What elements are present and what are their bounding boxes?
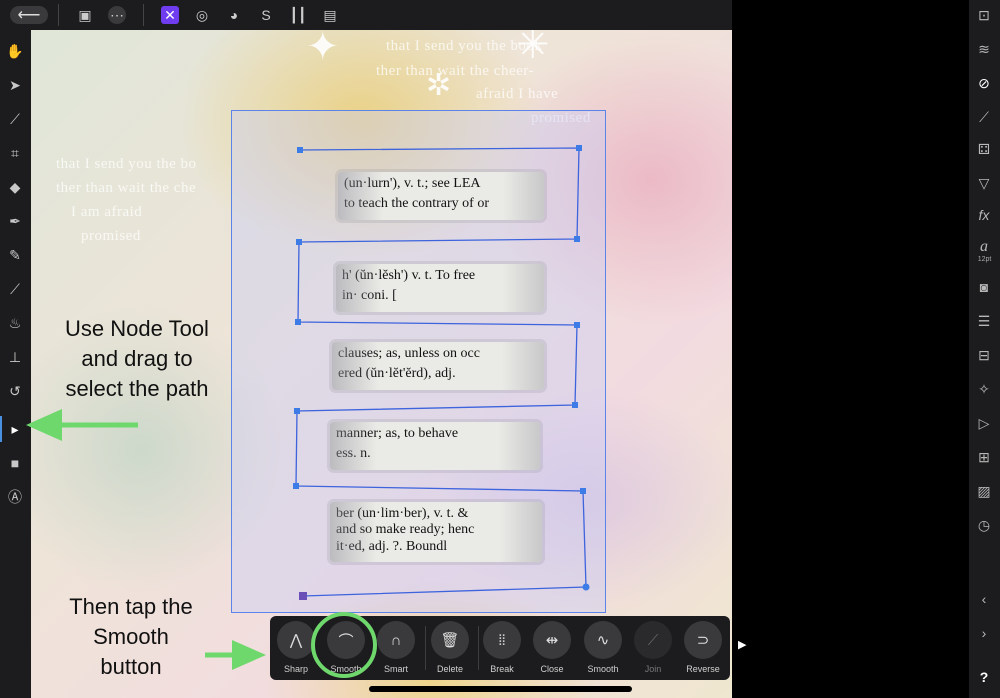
smooth-button-highlight <box>311 612 377 678</box>
annotation-arrows <box>26 409 266 670</box>
arrow-head-icon <box>232 640 266 670</box>
arrow-head-icon <box>26 409 62 441</box>
